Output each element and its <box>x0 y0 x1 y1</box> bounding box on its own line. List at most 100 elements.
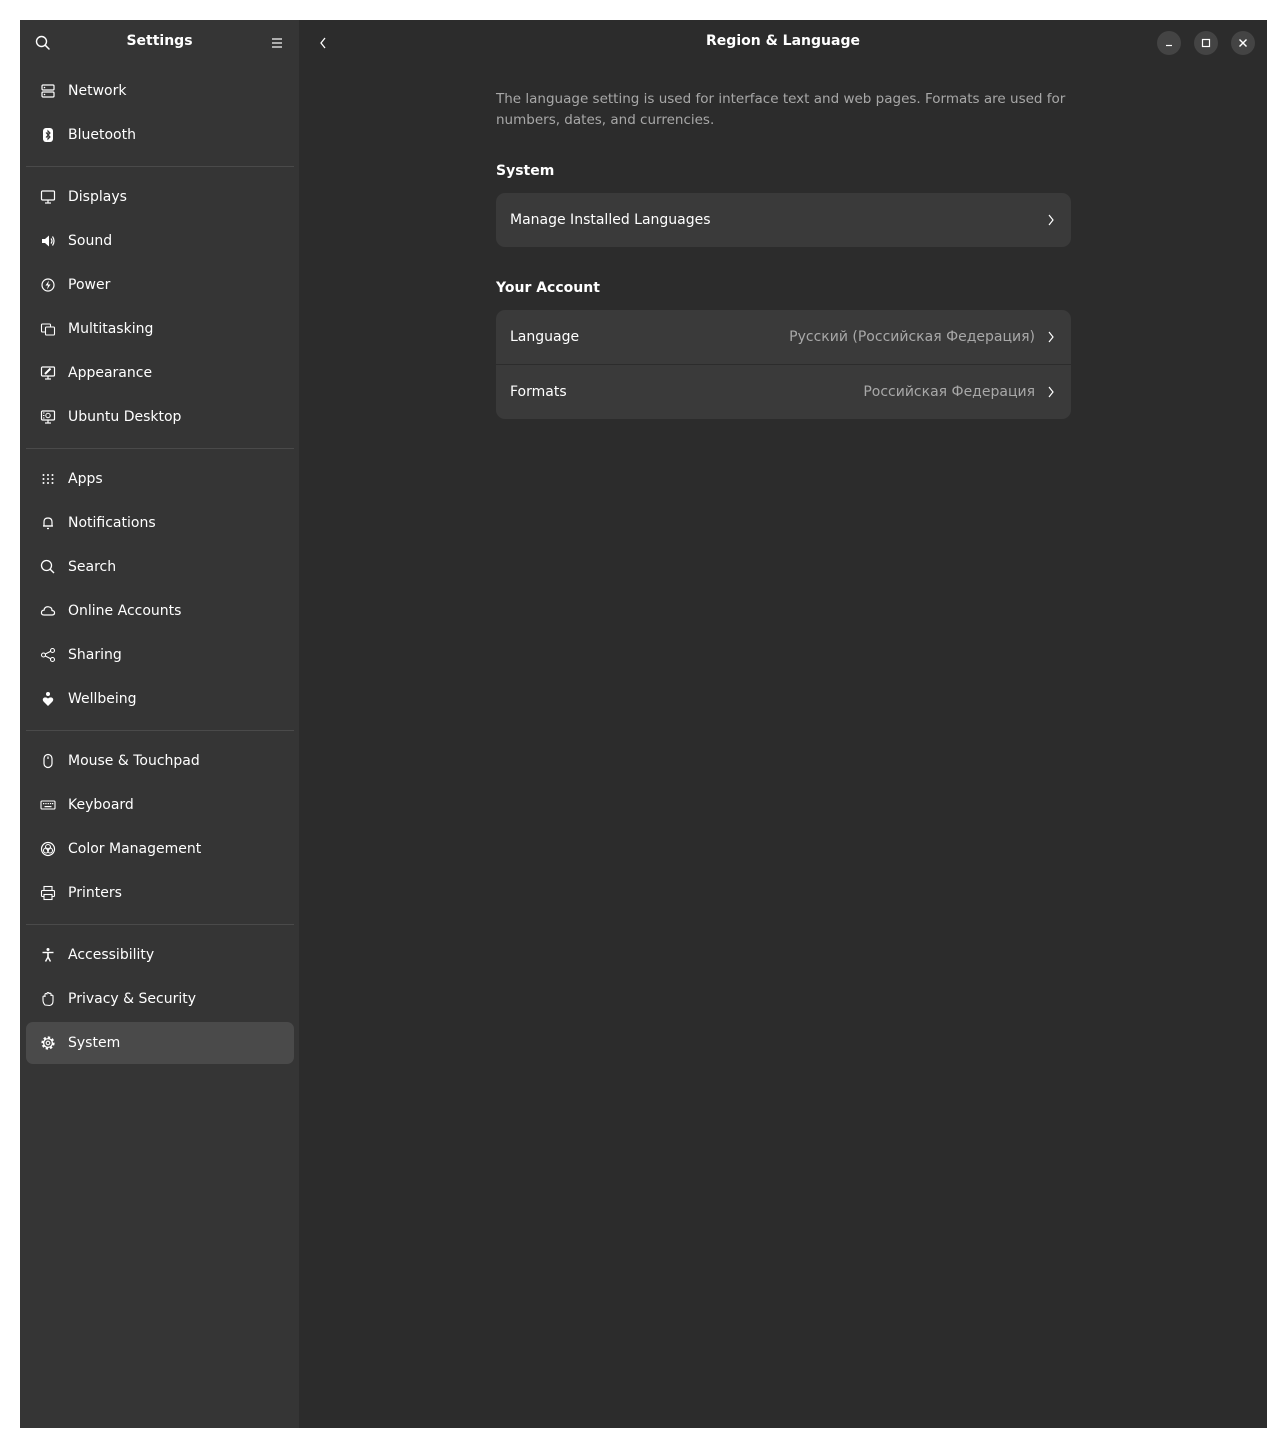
sidebar-item-label: Apps <box>68 471 103 487</box>
sidebar-item-online-accounts[interactable]: Online Accounts <box>26 590 294 632</box>
your-account-section-title: Your Account <box>496 280 600 296</box>
minimize-button[interactable] <box>1157 31 1181 55</box>
sidebar: Settings Network Bluetooth Displays Sound Po… <box>20 20 299 1428</box>
mouse-icon <box>40 753 56 769</box>
row-value: Русский (Российская Федерация) <box>789 329 1035 345</box>
bell-icon <box>40 515 56 531</box>
sidebar-item-ubuntu-desktop[interactable]: Ubuntu Desktop <box>26 396 294 438</box>
sidebar-item-multitasking[interactable]: Multitasking <box>26 308 294 350</box>
maximize-icon <box>1201 38 1211 48</box>
sidebar-item-label: Color Management <box>68 841 202 857</box>
close-icon <box>1239 39 1247 47</box>
sidebar-item-label: Sound <box>68 233 113 249</box>
sidebar-group: Apps Notifications Search Online Accounts Sh… <box>26 454 294 726</box>
manage-installed-languages-row[interactable]: Manage Installed Languages <box>496 193 1071 247</box>
multitasking-icon <box>40 321 56 337</box>
sidebar-item-bluetooth[interactable]: Bluetooth <box>26 114 294 156</box>
page-description: The language setting is used for interfa… <box>496 91 1066 128</box>
sidebar-item-network[interactable]: Network <box>26 70 294 112</box>
sidebar-item-wellbeing[interactable]: Wellbeing <box>26 678 294 720</box>
sidebar-item-apps[interactable]: Apps <box>26 458 294 500</box>
network-icon <box>40 83 56 99</box>
sidebar-item-label: Printers <box>68 885 122 901</box>
sidebar-item-label: Multitasking <box>68 321 154 337</box>
maximize-button[interactable] <box>1194 31 1218 55</box>
sidebar-item-printers[interactable]: Printers <box>26 872 294 914</box>
language-row[interactable]: Language Русский (Российская Федерация) <box>496 310 1071 364</box>
page-title: Region & Language <box>706 33 860 49</box>
sidebar-item-label: Keyboard <box>68 797 134 813</box>
power-icon <box>40 277 56 293</box>
main-header: Region & Language <box>299 20 1267 66</box>
apps-grid-icon <box>40 471 56 487</box>
main-pane: Region & Language The language setting i… <box>299 20 1267 1428</box>
main-menu-button[interactable] <box>265 31 289 55</box>
wellbeing-icon <box>40 691 56 707</box>
sidebar-item-privacy-and-security[interactable]: Privacy & Security <box>26 978 294 1020</box>
sidebar-item-label: Displays <box>68 189 127 205</box>
settings-window: Settings Network Bluetooth Displays Sound Po… <box>20 20 1267 1428</box>
sidebar-item-label: Sharing <box>68 647 122 663</box>
sidebar-item-label: System <box>68 1035 121 1051</box>
cloud-icon <box>40 603 56 619</box>
sidebar-item-label: Accessibility <box>68 947 155 963</box>
accessibility-icon <box>40 947 56 963</box>
sidebar-item-accessibility[interactable]: Accessibility <box>26 934 294 976</box>
sidebar-item-label: Network <box>68 83 127 99</box>
row-label: Language <box>510 329 580 345</box>
sidebar-item-label: Notifications <box>68 515 156 531</box>
row-label: Manage Installed Languages <box>510 212 711 228</box>
hand-icon <box>40 991 56 1007</box>
system-card: Manage Installed Languages <box>496 193 1071 247</box>
sidebar-separator <box>26 166 294 167</box>
sidebar-group: Displays Sound Power Multitasking Appearance… <box>26 172 294 444</box>
your-account-card: Language Русский (Российская Федерация) … <box>496 310 1071 419</box>
sidebar-item-system[interactable]: System <box>26 1022 294 1064</box>
color-icon <box>40 841 56 857</box>
display-icon <box>40 189 56 205</box>
page-content: The language setting is used for interfa… <box>496 89 1071 419</box>
printer-icon <box>40 885 56 901</box>
sidebar-header: Settings <box>20 20 299 66</box>
sidebar-item-displays[interactable]: Displays <box>26 176 294 218</box>
sidebar-item-label: Wellbeing <box>68 691 137 707</box>
sidebar-item-mouse-and-touchpad[interactable]: Mouse & Touchpad <box>26 740 294 782</box>
gear-icon <box>40 1035 56 1051</box>
sidebar-item-label: Privacy & Security <box>68 991 196 1007</box>
sidebar-item-notifications[interactable]: Notifications <box>26 502 294 544</box>
share-icon <box>40 647 56 663</box>
app-title: Settings <box>126 33 193 49</box>
sidebar-list: Network Bluetooth Displays Sound Power Multit… <box>20 66 299 1070</box>
bluetooth-icon <box>40 127 56 143</box>
sidebar-item-power[interactable]: Power <box>26 264 294 306</box>
sidebar-item-search[interactable]: Search <box>26 546 294 588</box>
speaker-icon <box>40 233 56 249</box>
sidebar-item-label: Online Accounts <box>68 603 182 619</box>
row-value: Российская Федерация <box>863 384 1035 400</box>
sidebar-item-label: Ubuntu Desktop <box>68 409 182 425</box>
sidebar-group: Network Bluetooth <box>26 66 294 162</box>
sidebar-item-label: Search <box>68 559 117 575</box>
sidebar-group: Accessibility Privacy & Security System <box>26 930 294 1070</box>
sidebar-item-label: Bluetooth <box>68 127 136 143</box>
chevron-right-icon <box>1045 329 1057 345</box>
sidebar-separator <box>26 730 294 731</box>
sidebar-item-label: Mouse & Touchpad <box>68 753 200 769</box>
keyboard-icon <box>40 797 56 813</box>
sidebar-item-label: Power <box>68 277 111 293</box>
sidebar-item-appearance[interactable]: Appearance <box>26 352 294 394</box>
sidebar-item-color-management[interactable]: Color Management <box>26 828 294 870</box>
sidebar-item-sound[interactable]: Sound <box>26 220 294 262</box>
sidebar-item-keyboard[interactable]: Keyboard <box>26 784 294 826</box>
row-label: Formats <box>510 384 567 400</box>
chevron-right-icon <box>1045 212 1057 228</box>
sidebar-item-sharing[interactable]: Sharing <box>26 634 294 676</box>
close-button[interactable] <box>1231 31 1255 55</box>
sidebar-separator <box>26 924 294 925</box>
sidebar-separator <box>26 448 294 449</box>
sidebar-item-label: Appearance <box>68 365 153 381</box>
search-icon <box>40 559 56 575</box>
minimize-icon <box>1166 44 1172 47</box>
ubuntu-desktop-icon <box>40 409 56 425</box>
formats-row[interactable]: Formats Российская Федерация <box>496 364 1071 419</box>
